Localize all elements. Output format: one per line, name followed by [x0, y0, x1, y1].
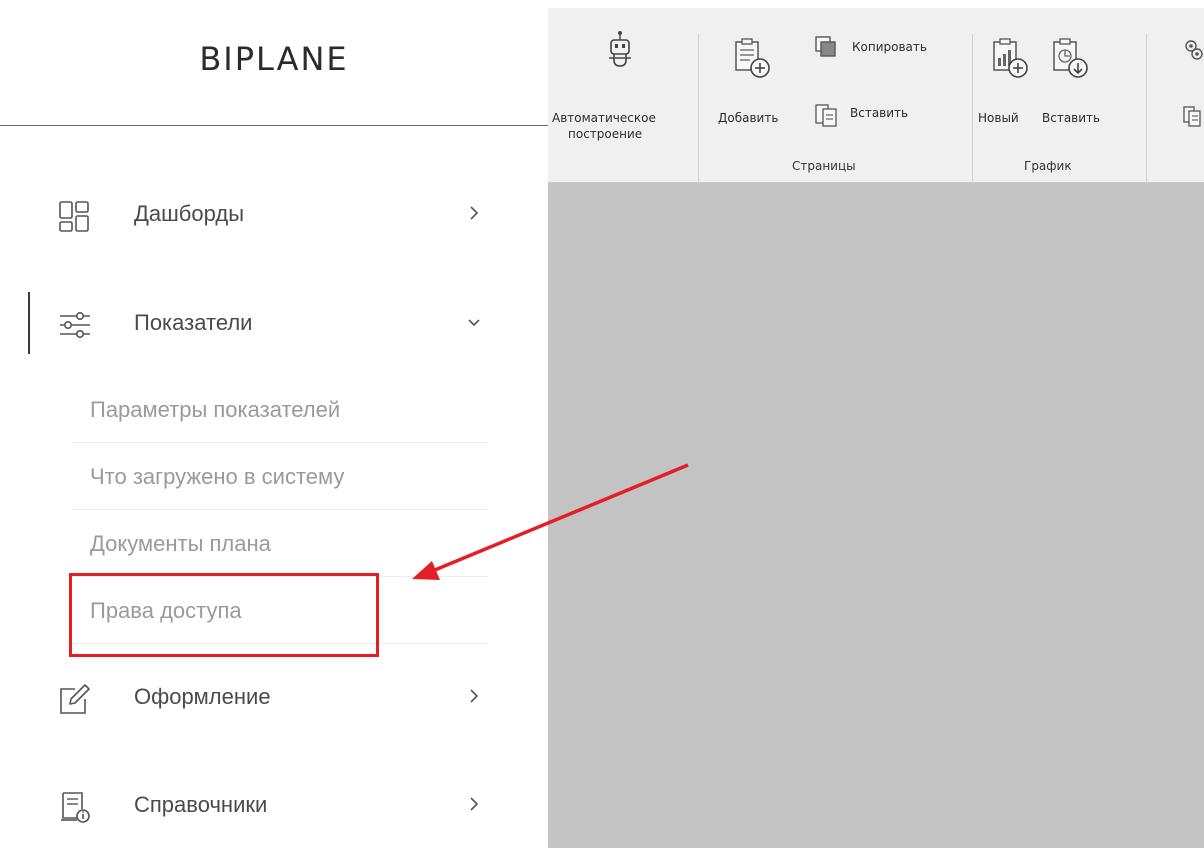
- pages-group-label: Страницы: [792, 159, 856, 173]
- top-strip: [548, 0, 1204, 8]
- paste-chart-label: Вставить: [1042, 111, 1101, 125]
- add-page-button[interactable]: Добавить: [712, 30, 792, 130]
- add-page-label: Добавить: [718, 111, 779, 125]
- add-page-icon: [735, 38, 770, 78]
- ribbon-toolbar: Автоматическое построение Добавить Копир…: [548, 8, 1204, 184]
- copy-icon: [815, 36, 836, 57]
- subitem-indicator-parameters[interactable]: Параметры показателей: [72, 376, 488, 443]
- dashboard-grid-icon: [59, 201, 89, 232]
- subitem-plan-documents[interactable]: Документы плана: [72, 510, 488, 577]
- paste-page-button[interactable]: Вставить: [814, 102, 964, 130]
- new-chart-icon: [993, 38, 1028, 78]
- sidebar: BIPLANE Дашборды Показатели Параметры по…: [0, 0, 548, 848]
- subitem-label: Документы плана: [90, 531, 271, 556]
- chevron-right-icon: [470, 797, 479, 811]
- ribbon-separator: [698, 34, 699, 184]
- subitem-loaded-data[interactable]: Что загружено в систему: [72, 443, 488, 510]
- subitem-label: Параметры показателей: [90, 397, 341, 422]
- sidebar-item-references[interactable]: Справочники: [0, 778, 548, 834]
- sidebar-item-label: Оформление: [134, 684, 271, 709]
- ribbon-separator: [972, 34, 973, 184]
- ribbon-separator: [1146, 34, 1147, 184]
- sidebar-item-indicators[interactable]: Показатели: [0, 296, 548, 352]
- app-logo: BIPLANE: [199, 40, 349, 78]
- sidebar-item-design[interactable]: Оформление: [0, 670, 548, 726]
- chart-group-label: График: [1024, 159, 1072, 173]
- gears-icon: [1185, 40, 1203, 60]
- highlight-box: [69, 573, 379, 657]
- workspace-area[interactable]: [548, 183, 1204, 848]
- paste-special-button[interactable]: [1182, 104, 1204, 130]
- edit-icon: [60, 684, 90, 714]
- paste-page-label: Вставить: [850, 106, 909, 120]
- auto-build-label-1: Автоматическое: [552, 111, 656, 125]
- auto-build-label-2: построение: [568, 127, 643, 141]
- logo-divider: [0, 125, 548, 126]
- robot-icon: [609, 31, 631, 67]
- sidebar-item-label: Справочники: [134, 792, 268, 817]
- paste-chart-button[interactable]: Вставить: [1036, 30, 1108, 130]
- paste-chart-icon: [1053, 38, 1088, 78]
- sidebar-item-label: Дашборды: [134, 201, 244, 226]
- settings-button[interactable]: [1182, 38, 1204, 64]
- new-chart-button[interactable]: Новый: [976, 30, 1036, 130]
- auto-build-button[interactable]: Автоматическое построение: [548, 30, 688, 150]
- sliders-icon: [60, 312, 90, 338]
- chevron-down-icon: [468, 319, 480, 327]
- chevron-right-icon: [470, 689, 479, 703]
- copy-page-button[interactable]: Копировать: [814, 35, 964, 63]
- sidebar-item-dashboards[interactable]: Дашборды: [0, 187, 548, 243]
- subitem-label: Что загружено в систему: [90, 464, 345, 489]
- reference-book-icon: [61, 792, 90, 823]
- paste-icon: [1183, 106, 1201, 127]
- paste-icon: [815, 104, 837, 127]
- copy-page-label: Копировать: [852, 40, 927, 54]
- sidebar-item-label: Показатели: [134, 310, 253, 335]
- new-chart-label: Новый: [978, 111, 1019, 125]
- chevron-right-icon: [470, 206, 479, 220]
